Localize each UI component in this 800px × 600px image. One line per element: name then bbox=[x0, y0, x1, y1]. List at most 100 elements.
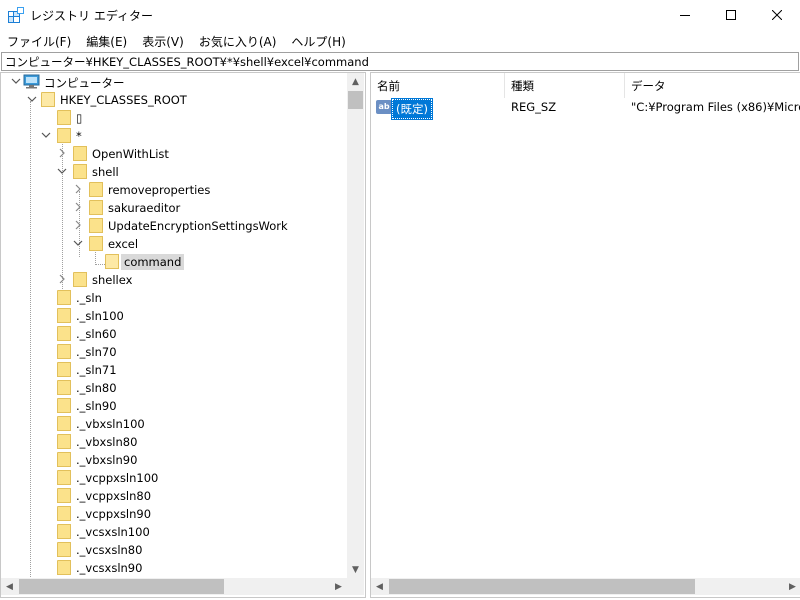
folder-icon bbox=[57, 524, 71, 539]
address-bar[interactable]: コンピューター¥HKEY_CLASSES_ROOT¥*¥shell¥excel¥… bbox=[1, 52, 799, 71]
scroll-right-icon[interactable]: ▶ bbox=[330, 578, 347, 595]
folder-icon bbox=[57, 380, 71, 395]
value-list-pane: 名前 種類 データ ab (既定) REG_SZ "C:¥Program Fil… bbox=[370, 72, 800, 598]
tree-label: ._vbxsln80 bbox=[76, 435, 138, 449]
menu-edit[interactable]: 編集(E) bbox=[86, 31, 127, 51]
minimize-icon bbox=[680, 15, 690, 16]
folder-icon bbox=[57, 452, 71, 467]
tree-label: UpdateEncryptionSettingsWork bbox=[108, 219, 288, 233]
chevron-down-icon[interactable] bbox=[73, 238, 83, 248]
tree-label: sakuraeditor bbox=[108, 201, 181, 215]
folder-icon bbox=[57, 542, 71, 557]
tree-label: ._vcppxsln90 bbox=[76, 507, 152, 521]
tree-label: ._vcsxsln100 bbox=[76, 525, 150, 539]
tree-line bbox=[30, 101, 31, 578]
tree-label: command bbox=[121, 254, 185, 270]
tree-content: コンピューター HKEY_CLASSES_ROOT ▯ * OpenWithList… bbox=[1, 73, 347, 578]
chevron-down-icon[interactable] bbox=[57, 166, 67, 176]
menu-view[interactable]: 表示(V) bbox=[142, 31, 184, 51]
tree-label: ._vcsxsln90 bbox=[76, 561, 143, 575]
folder-icon bbox=[57, 470, 71, 485]
folder-icon bbox=[57, 560, 71, 575]
tree-label: ._vcsxsln80 bbox=[76, 543, 143, 557]
scroll-corner bbox=[347, 578, 364, 595]
tree-line bbox=[95, 264, 105, 265]
chevron-right-icon[interactable] bbox=[73, 184, 83, 194]
folder-icon bbox=[57, 398, 71, 413]
scroll-up-icon[interactable]: ▲ bbox=[347, 73, 364, 90]
folder-icon bbox=[57, 326, 71, 341]
value-type: REG_SZ bbox=[511, 100, 557, 114]
chevron-right-icon[interactable] bbox=[73, 202, 83, 212]
value-name: (既定) bbox=[391, 98, 433, 120]
scroll-thumb[interactable] bbox=[19, 579, 224, 594]
close-button[interactable] bbox=[754, 0, 800, 30]
folder-icon bbox=[57, 128, 71, 143]
tree-vertical-scrollbar[interactable]: ▲ ▼ bbox=[347, 73, 364, 578]
folder-icon bbox=[89, 236, 103, 251]
tree-label: ._sln90 bbox=[76, 399, 117, 413]
maximize-button[interactable] bbox=[708, 0, 754, 30]
folder-icon bbox=[57, 506, 71, 521]
chevron-right-icon[interactable] bbox=[73, 220, 83, 230]
tree-label: ._sln bbox=[76, 291, 102, 305]
tree-label: removeproperties bbox=[108, 183, 211, 197]
folder-icon bbox=[57, 434, 71, 449]
list-horizontal-scrollbar[interactable]: ◀ ▶ bbox=[371, 578, 800, 595]
tree-label: ._vcppxsln80 bbox=[76, 489, 152, 503]
scroll-left-icon[interactable]: ◀ bbox=[371, 578, 388, 595]
folder-icon bbox=[57, 110, 71, 125]
tree-label: ._sln71 bbox=[76, 363, 117, 377]
tree-label: OpenWithList bbox=[92, 147, 169, 161]
key-tree-pane: コンピューター HKEY_CLASSES_ROOT ▯ * OpenWithList… bbox=[0, 72, 366, 598]
scroll-down-icon[interactable]: ▼ bbox=[347, 561, 364, 578]
chevron-right-icon[interactable] bbox=[57, 274, 67, 284]
chevron-down-icon[interactable] bbox=[11, 76, 21, 86]
value-row[interactable]: ab (既定) REG_SZ "C:¥Program Files (x86)¥M… bbox=[371, 98, 800, 120]
tree-label-hkcr: HKEY_CLASSES_ROOT bbox=[60, 93, 187, 107]
scroll-thumb[interactable] bbox=[348, 91, 363, 109]
tree-line bbox=[62, 137, 63, 293]
folder-icon bbox=[89, 182, 103, 197]
folder-icon bbox=[73, 272, 87, 287]
string-value-icon: ab bbox=[376, 100, 392, 114]
tree-label: ._vbxsln100 bbox=[76, 417, 145, 431]
menu-help[interactable]: ヘルプ(H) bbox=[291, 31, 345, 51]
folder-icon bbox=[73, 164, 87, 179]
folder-icon bbox=[73, 146, 87, 161]
tree-horizontal-scrollbar[interactable]: ◀ ▶ bbox=[1, 578, 347, 595]
column-header-name[interactable]: 名前 bbox=[371, 73, 505, 98]
tree-label-computer: コンピューター bbox=[44, 76, 125, 90]
chevron-right-icon[interactable] bbox=[57, 148, 67, 158]
tree-label: * bbox=[76, 129, 82, 143]
tree-label: shell bbox=[92, 165, 119, 179]
column-header-type[interactable]: 種類 bbox=[505, 73, 625, 98]
title-bar: レジストリ エディター bbox=[0, 0, 800, 30]
computer-icon bbox=[23, 74, 40, 89]
menu-bar: ファイル(F) 編集(E) 表示(V) お気に入り(A) ヘルプ(H) bbox=[0, 31, 800, 51]
folder-icon bbox=[57, 362, 71, 377]
value-data: "C:¥Program Files (x86)¥Microso bbox=[631, 100, 800, 114]
folder-icon bbox=[57, 344, 71, 359]
scroll-thumb[interactable] bbox=[389, 579, 695, 594]
folder-icon bbox=[57, 290, 71, 305]
column-header-data[interactable]: データ bbox=[625, 73, 800, 98]
tree-label: shellex bbox=[92, 273, 133, 287]
menu-favorites[interactable]: お気に入り(A) bbox=[199, 31, 277, 51]
maximize-icon bbox=[726, 10, 736, 20]
tree-label: ._sln100 bbox=[76, 309, 124, 323]
folder-icon bbox=[105, 254, 119, 269]
chevron-down-icon[interactable] bbox=[41, 130, 51, 140]
menu-file[interactable]: ファイル(F) bbox=[7, 31, 71, 51]
folder-open-icon bbox=[41, 92, 55, 107]
folder-icon bbox=[57, 308, 71, 323]
chevron-down-icon[interactable] bbox=[27, 94, 37, 104]
folder-icon bbox=[57, 416, 71, 431]
minimize-button[interactable] bbox=[662, 0, 708, 30]
scroll-right-icon[interactable]: ▶ bbox=[784, 578, 800, 595]
tree-label: ._sln60 bbox=[76, 327, 117, 341]
scroll-left-icon[interactable]: ◀ bbox=[1, 578, 18, 595]
folder-icon bbox=[89, 200, 103, 215]
tree-label: ▯ bbox=[76, 111, 83, 125]
regedit-app-icon bbox=[8, 7, 24, 23]
